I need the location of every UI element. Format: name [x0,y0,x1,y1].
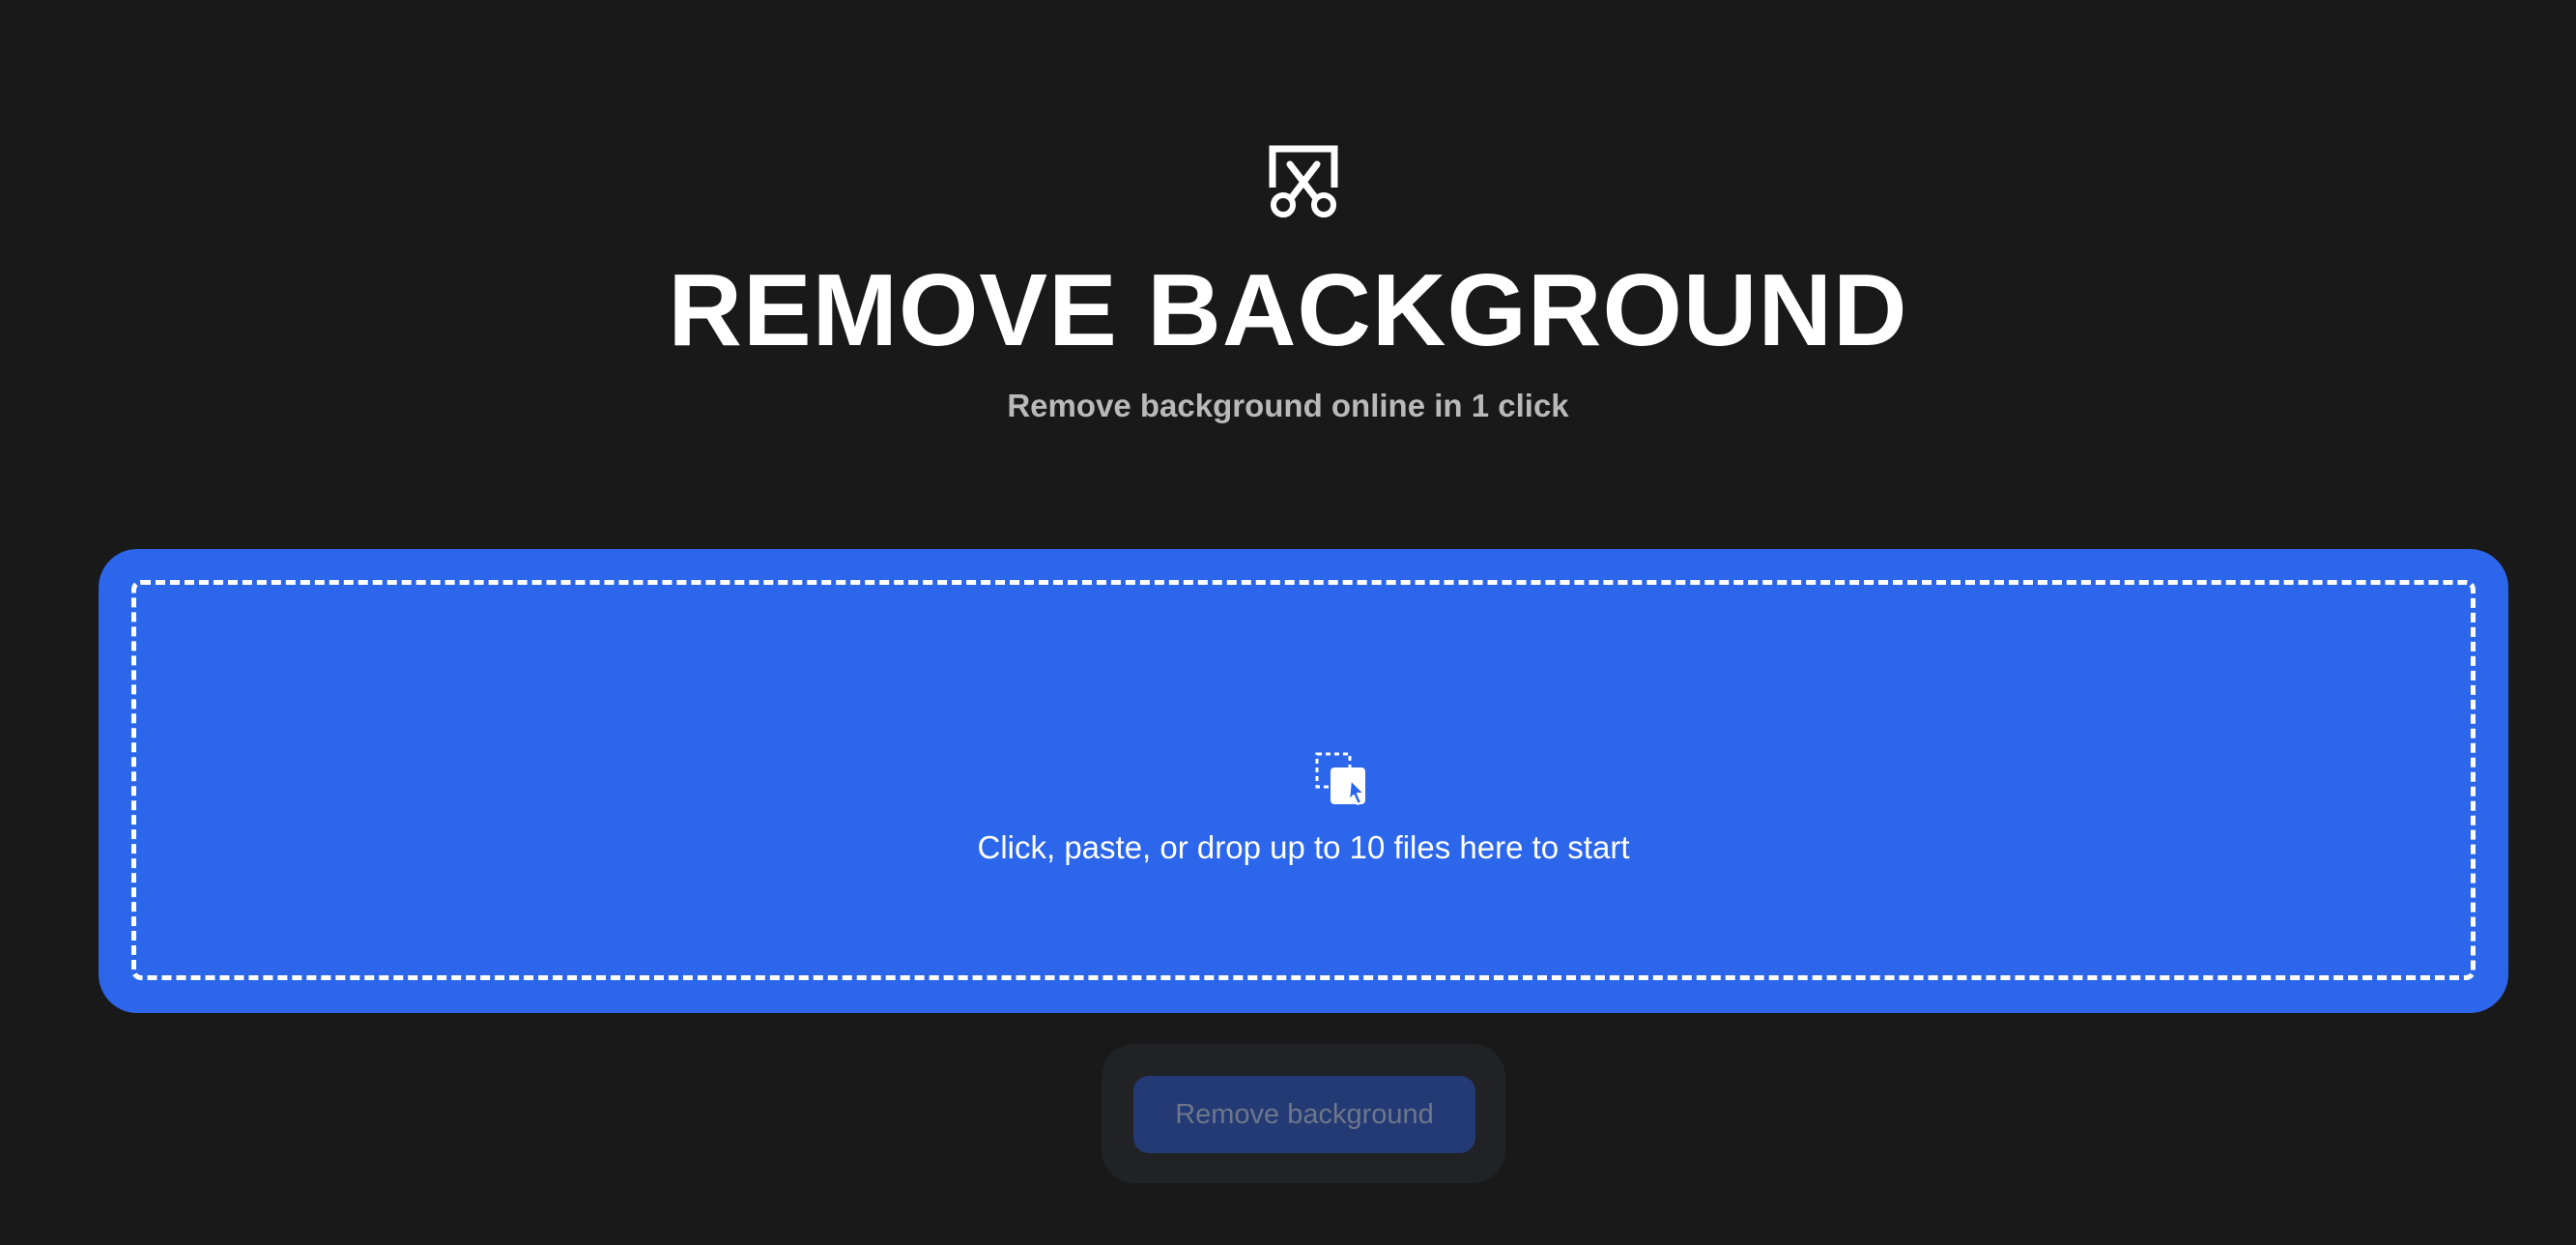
drop-files-icon [1315,752,1365,805]
dropzone-dashed-border: Click, paste, or drop up to 10 files her… [131,580,2476,980]
action-button-container: Remove background [1102,1044,1505,1183]
page: REMOVE BACKGROUND Remove background onli… [0,0,2576,1245]
remove-background-button[interactable]: Remove background [1133,1076,1475,1153]
dropzone-instructions: Click, paste, or drop up to 10 files her… [977,829,1630,865]
page-subtitle: Remove background online in 1 click [1007,388,1569,423]
file-dropzone[interactable]: Click, paste, or drop up to 10 files her… [99,549,2508,1013]
scissors-frame-icon [1269,145,1338,217]
page-title: REMOVE BACKGROUND [668,253,1908,367]
